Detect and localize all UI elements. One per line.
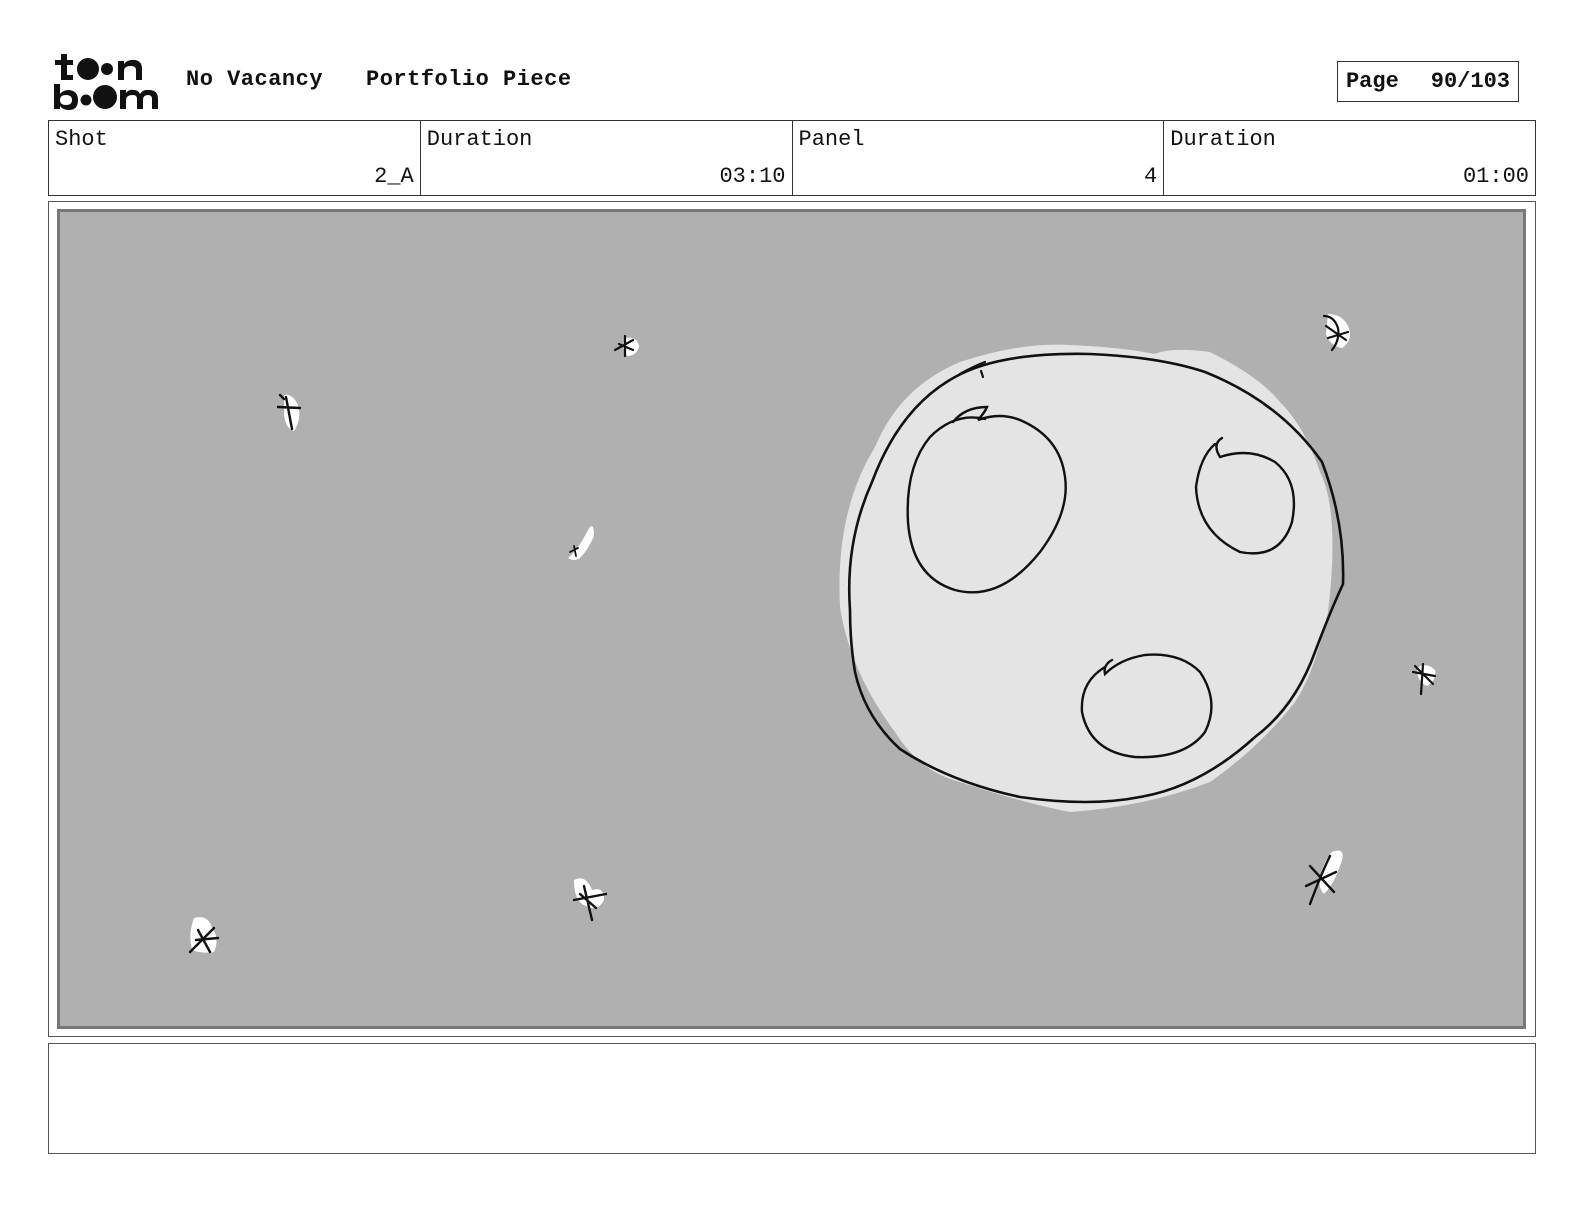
toon-boom-logo: [52, 50, 164, 112]
storyboard-panel-frame: [48, 201, 1536, 1037]
panel-duration-cell: Duration 01:00: [1164, 121, 1535, 195]
page-number: 90/103: [1430, 69, 1510, 94]
star-sketch: [1304, 850, 1343, 906]
shot-duration-label: Duration: [426, 127, 533, 152]
star-sketch: [568, 526, 594, 560]
project-title: No Vacancy: [186, 67, 324, 92]
shot-duration-value: 03:10: [719, 164, 786, 189]
star-sketch: [572, 878, 608, 922]
shot-value: 2_A: [374, 164, 414, 189]
star-sketch: [1322, 314, 1350, 352]
star-sketch: [1411, 662, 1437, 696]
star-sketch: [613, 334, 639, 358]
night-sky-sketch: [188, 314, 1437, 954]
panel-notes-box: [48, 1043, 1536, 1154]
panel-cell: Panel 4: [793, 121, 1165, 195]
project-subtitle: Portfolio Piece: [366, 67, 572, 92]
panel-value: 4: [1144, 164, 1158, 189]
shot-duration-cell: Duration 03:10: [421, 121, 793, 195]
panel-duration-value: 01:00: [1462, 164, 1529, 189]
shot-cell: Shot 2_A: [49, 121, 421, 195]
panel-duration-label: Duration: [1170, 127, 1276, 152]
moon-drawing: [839, 344, 1345, 812]
panel-label: Panel: [798, 127, 865, 152]
shot-info-table: Shot 2_A Duration 03:10 Panel 4 Duration…: [48, 120, 1536, 196]
storyboard-panel-image: [57, 209, 1526, 1029]
page-indicator: Page 90/103: [1336, 61, 1519, 102]
shot-label: Shot: [55, 127, 108, 152]
page-label: Page: [1345, 69, 1399, 94]
star-sketch: [188, 917, 220, 954]
star-sketch: [276, 393, 302, 431]
